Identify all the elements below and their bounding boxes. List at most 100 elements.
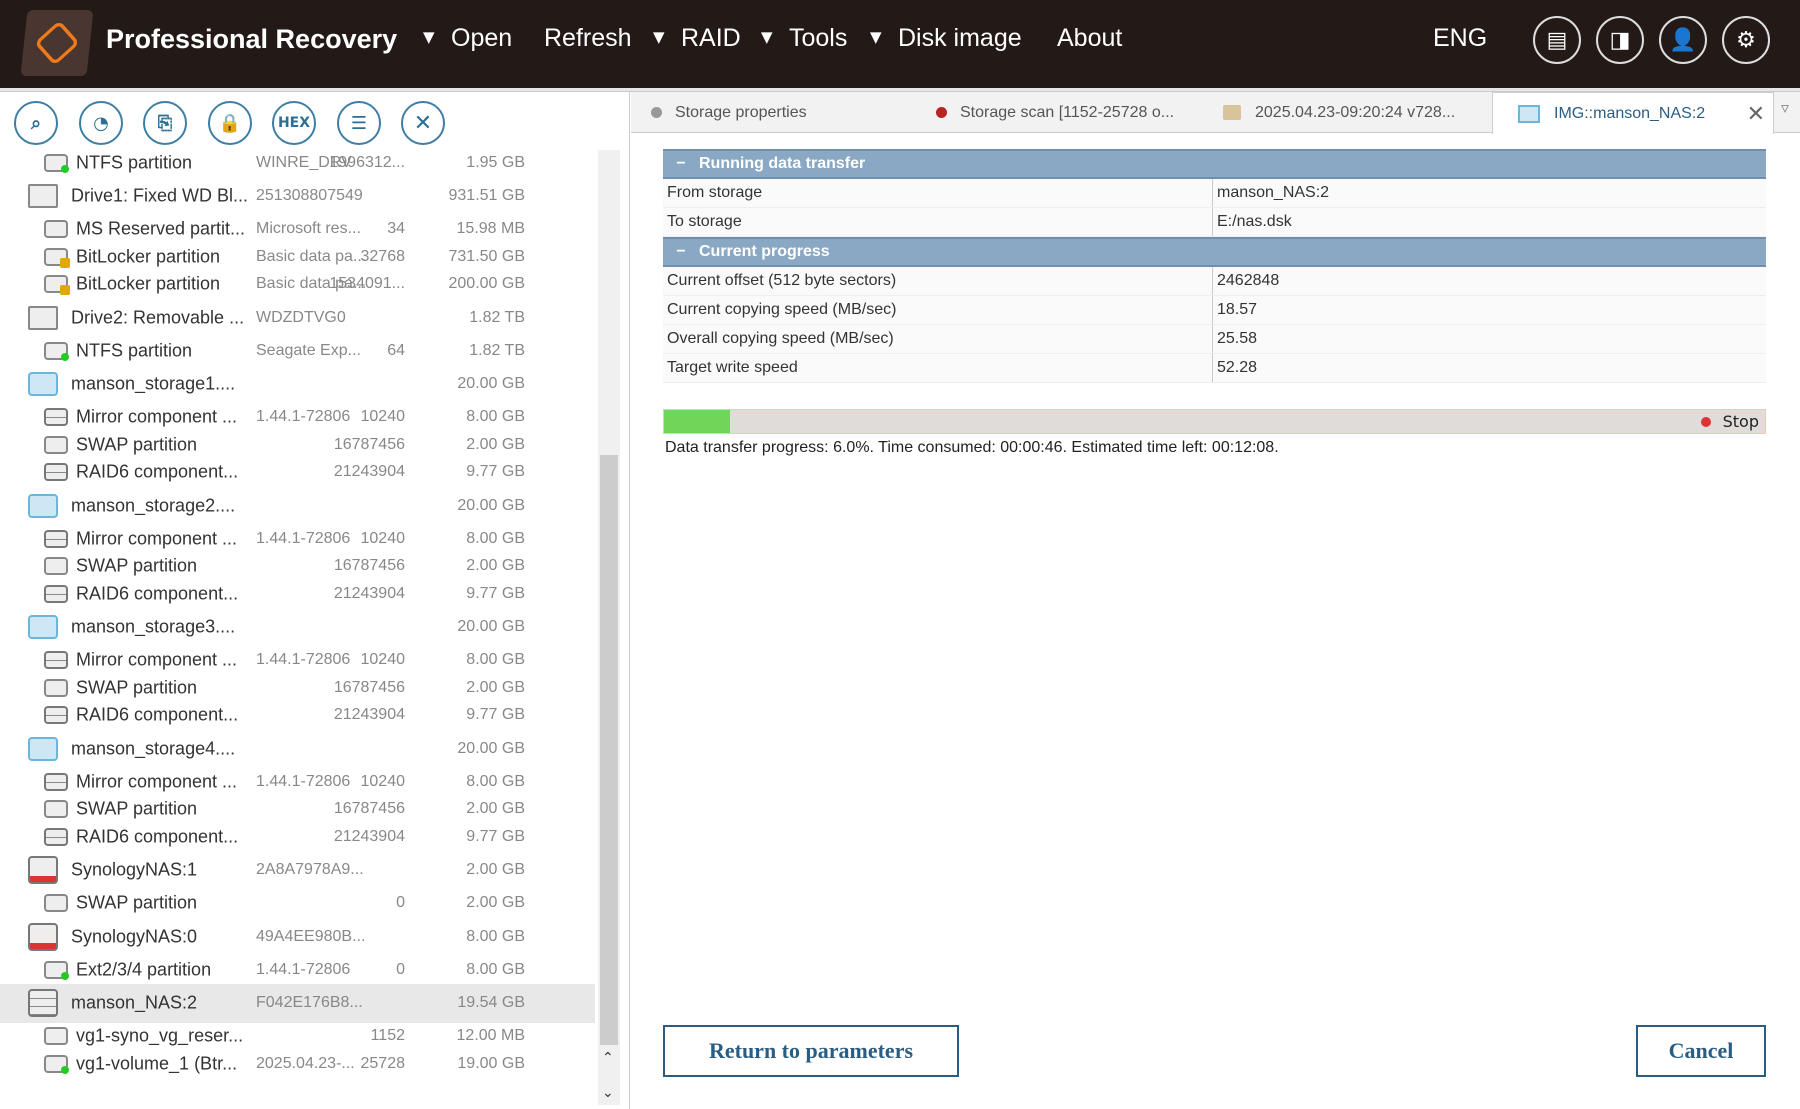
tree-row[interactable]: RAID6 component... 21243904 9.77 GB	[0, 702, 595, 730]
tree-row[interactable]: BitLocker partition Basic data pa... 32768…	[0, 243, 595, 271]
tree-row[interactable]: Drive1: Fixed WD Bl... 251308807549 931.51…	[0, 177, 595, 216]
item-size: 15.98 MB	[456, 220, 525, 238]
lock-icon[interactable]: 🔒	[208, 101, 252, 145]
item-name: SWAP partition	[76, 798, 198, 819]
scroll-up-icon[interactable]: ⌃	[602, 1050, 614, 1066]
hex-icon[interactable]: HEX	[272, 101, 316, 145]
log-window-icon[interactable]: ▤	[1533, 16, 1581, 64]
cancel-button[interactable]: Cancel	[1636, 1025, 1766, 1077]
menu-open[interactable]: Open	[451, 24, 512, 53]
tab-file-system[interactable]: 2025.04.23-09:20:24 v728...	[1223, 92, 1455, 133]
tree-row[interactable]: SWAP partition 16787456 2.00 GB	[0, 796, 595, 824]
section-running-data-transfer[interactable]: − Running data transfer	[663, 149, 1766, 179]
tree-row[interactable]: BitLocker partition Basic data pa... 15340…	[0, 271, 595, 299]
scan-icon[interactable]: ◔	[79, 101, 123, 145]
item-label: 2025.04.23-...	[256, 1054, 355, 1072]
scrollbar-thumb[interactable]	[600, 455, 618, 1045]
item-name: Drive2: Removable ...	[71, 307, 245, 327]
tree-row[interactable]: Drive2: Removable ... WDZDTVG0 1.82 TB	[0, 298, 595, 337]
tree-row[interactable]: Ext2/3/4 partition 1.44.1-72806 0 8.00 GB	[0, 956, 595, 984]
swap-partition-icon	[44, 435, 68, 454]
disk-icon	[44, 220, 68, 239]
stop-button[interactable]: Stop	[1700, 412, 1759, 431]
row-label: From storage	[663, 179, 1213, 207]
tree-row[interactable]: manson_NAS:2 F042E176B8... 19.54 GB	[0, 983, 595, 1023]
copy-icon[interactable]: ⎘	[143, 101, 187, 145]
tree-row[interactable]: NTFS partition WINRE_DRV 1996312... 1.95 GB	[0, 149, 595, 177]
item-name: RAID6 component...	[76, 704, 239, 725]
tree-row[interactable]: Mirror component ... 1.44.1-72806 10240 8.0…	[0, 404, 595, 432]
progress-status-text: Data transfer progress: 6.0%. Time consu…	[665, 439, 1279, 456]
tab-label: 2025.04.23-09:20:24 v728...	[1255, 103, 1456, 121]
tree-row[interactable]: Mirror component ... 1.44.1-72806 10240 8.0…	[0, 525, 595, 553]
collapse-icon[interactable]: −	[663, 155, 699, 173]
tree-row[interactable]: vg1-volume_1 (Btr... 2025.04.23-... 25728 1…	[0, 1050, 595, 1078]
tree-row[interactable]: SWAP partition 16787456 2.00 GB	[0, 431, 595, 459]
tree-row[interactable]: manson_storage3.... 20.00 GB	[0, 608, 595, 647]
tab-list-icon[interactable]: ▿	[1781, 98, 1789, 117]
tree-row[interactable]: SWAP partition 16787456 2.00 GB	[0, 674, 595, 702]
item-label: Microsoft res...	[256, 220, 361, 238]
tree-row[interactable]: SWAP partition 0 2.00 GB	[0, 890, 595, 918]
tree-row[interactable]: SWAP partition 16787456 2.00 GB	[0, 553, 595, 581]
tree-row[interactable]: RAID6 component... 21243904 9.77 GB	[0, 580, 595, 608]
tree-row[interactable]: manson_storage2.... 20.00 GB	[0, 486, 595, 525]
tree-row[interactable]: Mirror component ... 1.44.1-72806 10240 8.0…	[0, 768, 595, 796]
raid-component-icon	[44, 584, 68, 603]
item-start-sector: 21243904	[333, 827, 405, 845]
tab-storage-scan[interactable]: Storage scan [1152-25728 o...	[936, 92, 1174, 133]
raid-component-icon	[44, 772, 68, 791]
tab-storage-properties[interactable]: Storage properties	[651, 92, 807, 133]
open-dropdown-icon[interactable]: ▼	[423, 28, 435, 46]
tree-row[interactable]: SynologyNAS:1 2A8A7978A9... 2.00 GB	[0, 851, 595, 890]
language-selector[interactable]: ENG	[1433, 24, 1487, 53]
table-row: To storage E:/nas.dsk	[663, 208, 1766, 237]
progress-fill	[664, 410, 731, 433]
collapse-icon[interactable]: −	[663, 243, 699, 261]
list-icon[interactable]: ☰	[337, 101, 381, 145]
close-tab-icon[interactable]: ✕	[1747, 101, 1765, 127]
tree-row[interactable]: MS Reserved partit... Microsoft res... 34 1…	[0, 216, 595, 244]
row-value: 25.58	[1217, 330, 1258, 347]
raid-dropdown-icon[interactable]: ▼	[653, 28, 665, 46]
tree-row[interactable]: SynologyNAS:0 49A4EE980B... 8.00 GB	[0, 917, 595, 956]
item-size: 20.00 GB	[457, 739, 525, 757]
close-icon[interactable]: ✕	[401, 101, 445, 145]
tools-dropdown-icon[interactable]: ▼	[761, 28, 773, 46]
tab-label: Storage scan [1152-25728 o...	[960, 103, 1175, 121]
tree-row[interactable]: manson_storage1.... 20.00 GB	[0, 365, 595, 404]
disk-image-dropdown-icon[interactable]: ▼	[870, 28, 882, 46]
section-current-progress[interactable]: − Current progress	[663, 237, 1766, 267]
menu-raid[interactable]: RAID	[681, 24, 741, 53]
tree-row[interactable]: manson_storage4.... 20.00 GB	[0, 729, 595, 768]
row-label: Target write speed	[663, 354, 1213, 382]
panel-toggle-icon[interactable]: ◨	[1596, 16, 1644, 64]
menu-tools[interactable]: Tools	[789, 24, 847, 53]
item-name: manson_storage4....	[71, 738, 236, 758]
return-to-parameters-button[interactable]: Return to parameters	[663, 1025, 959, 1077]
tree-row[interactable]: NTFS partition Seagate Exp... 64 1.82 TB	[0, 337, 595, 365]
item-size: 2.00 GB	[466, 800, 525, 818]
storage-tree-panel: ⌕ ◔ ⎘ 🔒 HEX ☰ ✕ NTFS partition WINRE_DRV 1…	[0, 92, 630, 1109]
search-icon[interactable]: ⌕	[14, 101, 58, 145]
settings-gear-icon[interactable]: ⚙	[1722, 16, 1770, 64]
item-name: RAID6 component...	[76, 461, 239, 482]
item-label: Basic data pa...	[256, 247, 367, 265]
tree-row[interactable]: RAID6 component... 21243904 9.77 GB	[0, 459, 595, 487]
tree-row[interactable]: Mirror component ... 1.44.1-72806 10240 8.0…	[0, 647, 595, 675]
scroll-down-icon[interactable]: ⌄	[602, 1085, 614, 1101]
user-icon[interactable]: 👤	[1659, 16, 1707, 64]
item-start-sector: 32768	[360, 247, 406, 265]
tree-row[interactable]: RAID6 component... 21243904 9.77 GB	[0, 823, 595, 851]
stop-icon	[1700, 417, 1711, 427]
menu-disk-image[interactable]: Disk image	[898, 24, 1022, 53]
tab-img-manson-nas[interactable]: IMG::manson_NAS:2 ✕	[1492, 92, 1774, 134]
partition-icon	[44, 960, 69, 980]
menu-refresh[interactable]: Refresh	[544, 24, 632, 53]
item-name: SWAP partition	[76, 892, 198, 913]
item-label: 1.44.1-72806	[256, 529, 351, 547]
menu-about[interactable]: About	[1057, 24, 1122, 53]
app-title: Professional Recovery	[106, 24, 398, 54]
tree-row[interactable]: vg1-syno_vg_reser... 1152 12.00 MB	[0, 1023, 595, 1051]
row-label: Overall copying speed (MB/sec)	[663, 325, 1213, 353]
